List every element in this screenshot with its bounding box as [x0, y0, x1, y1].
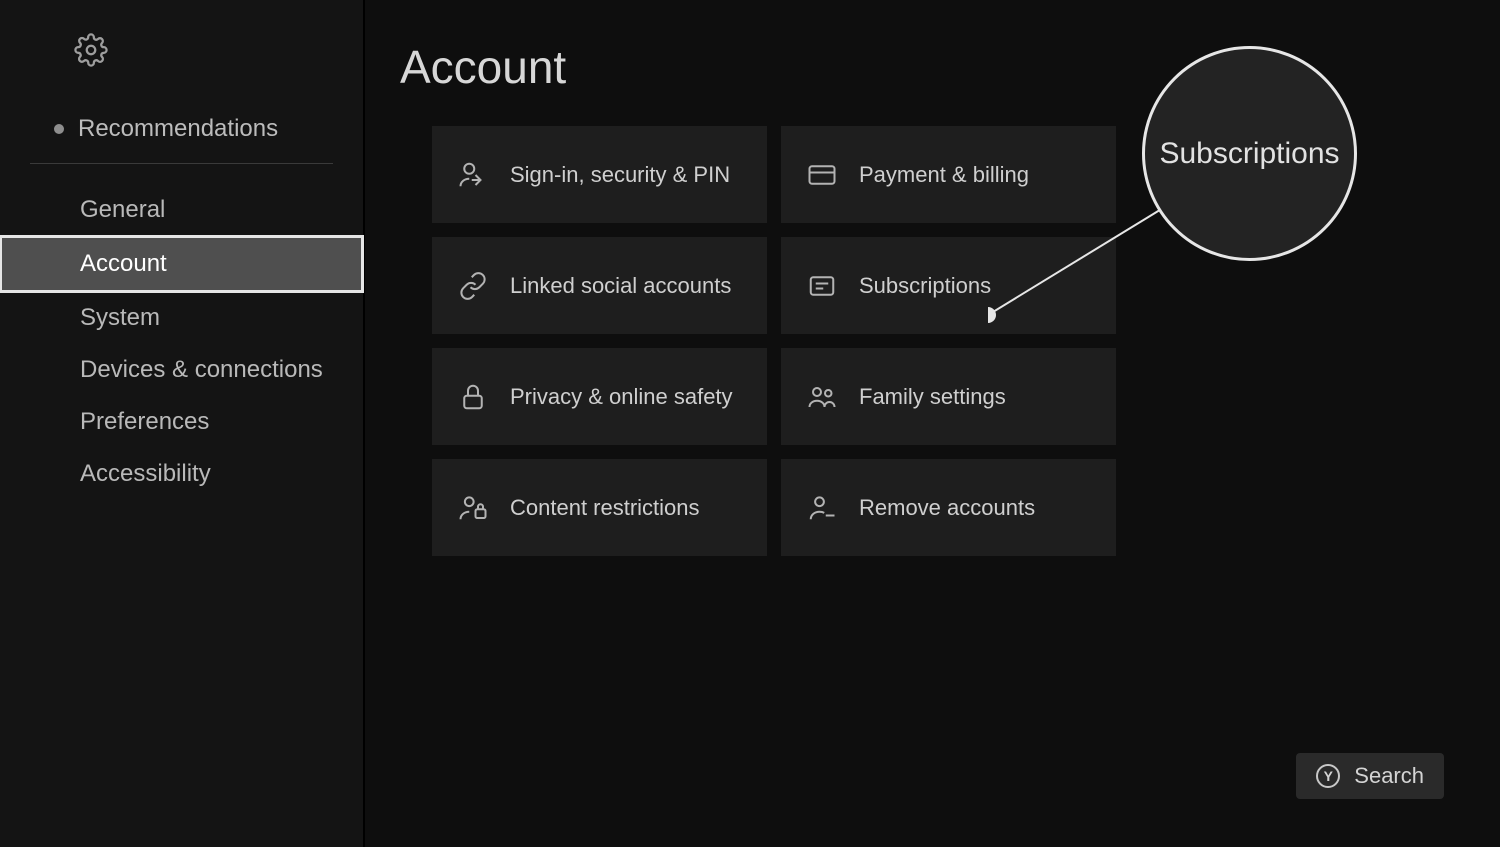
person-arrow-icon — [458, 160, 488, 190]
sidebar-item-label: System — [80, 304, 160, 332]
settings-gear-row[interactable] — [0, 0, 363, 105]
tile-privacy[interactable]: Privacy & online safety — [432, 348, 767, 445]
tile-family[interactable]: Family settings — [781, 348, 1116, 445]
tile-label: Subscriptions — [859, 273, 991, 299]
sidebar-item-devices[interactable]: Devices & connections — [0, 344, 363, 396]
tile-label: Privacy & online safety — [510, 384, 733, 410]
sidebar-item-label: Preferences — [80, 408, 209, 436]
person-lock-icon — [458, 493, 488, 523]
tile-label: Family settings — [859, 384, 1006, 410]
people-icon — [807, 382, 837, 412]
y-button-icon: Y — [1316, 764, 1340, 788]
tile-label: Content restrictions — [510, 495, 700, 521]
sidebar-item-general[interactable]: General — [0, 184, 363, 236]
sidebar-item-label: Account — [80, 250, 167, 278]
tile-linked[interactable]: Linked social accounts — [432, 237, 767, 334]
lock-icon — [458, 382, 488, 412]
sidebar-item-label: Devices & connections — [80, 356, 323, 384]
tile-remove[interactable]: Remove accounts — [781, 459, 1116, 556]
sidebar-item-label: General — [80, 196, 165, 224]
dot-icon — [54, 124, 64, 134]
subscription-icon — [807, 271, 837, 301]
recommendations-label: Recommendations — [78, 115, 278, 143]
sidebar: Recommendations General Account System D… — [0, 0, 365, 847]
tile-signin[interactable]: Sign-in, security & PIN — [432, 126, 767, 223]
sidebar-item-label: Accessibility — [80, 460, 211, 488]
tile-content[interactable]: Content restrictions — [432, 459, 767, 556]
sidebar-recommendations[interactable]: Recommendations — [30, 105, 333, 164]
sidebar-item-preferences[interactable]: Preferences — [0, 396, 363, 448]
sidebar-item-system[interactable]: System — [0, 292, 363, 344]
link-icon — [458, 271, 488, 301]
tile-label: Sign-in, security & PIN — [510, 162, 730, 188]
sidebar-item-account[interactable]: Account — [0, 236, 363, 292]
sidebar-item-accessibility[interactable]: Accessibility — [0, 448, 363, 500]
gear-icon — [74, 33, 108, 72]
search-label: Search — [1354, 763, 1424, 789]
zoom-label: Subscriptions — [1159, 137, 1339, 171]
zoom-callout: Subscriptions — [1142, 46, 1357, 261]
tile-label: Linked social accounts — [510, 273, 731, 299]
tile-label: Payment & billing — [859, 162, 1029, 188]
sidebar-nav-list: General Account System Devices & connect… — [0, 184, 363, 500]
person-minus-icon — [807, 493, 837, 523]
search-button[interactable]: Y Search — [1296, 753, 1444, 799]
credit-card-icon — [807, 160, 837, 190]
page-title: Account — [400, 40, 1500, 94]
tile-label: Remove accounts — [859, 495, 1035, 521]
